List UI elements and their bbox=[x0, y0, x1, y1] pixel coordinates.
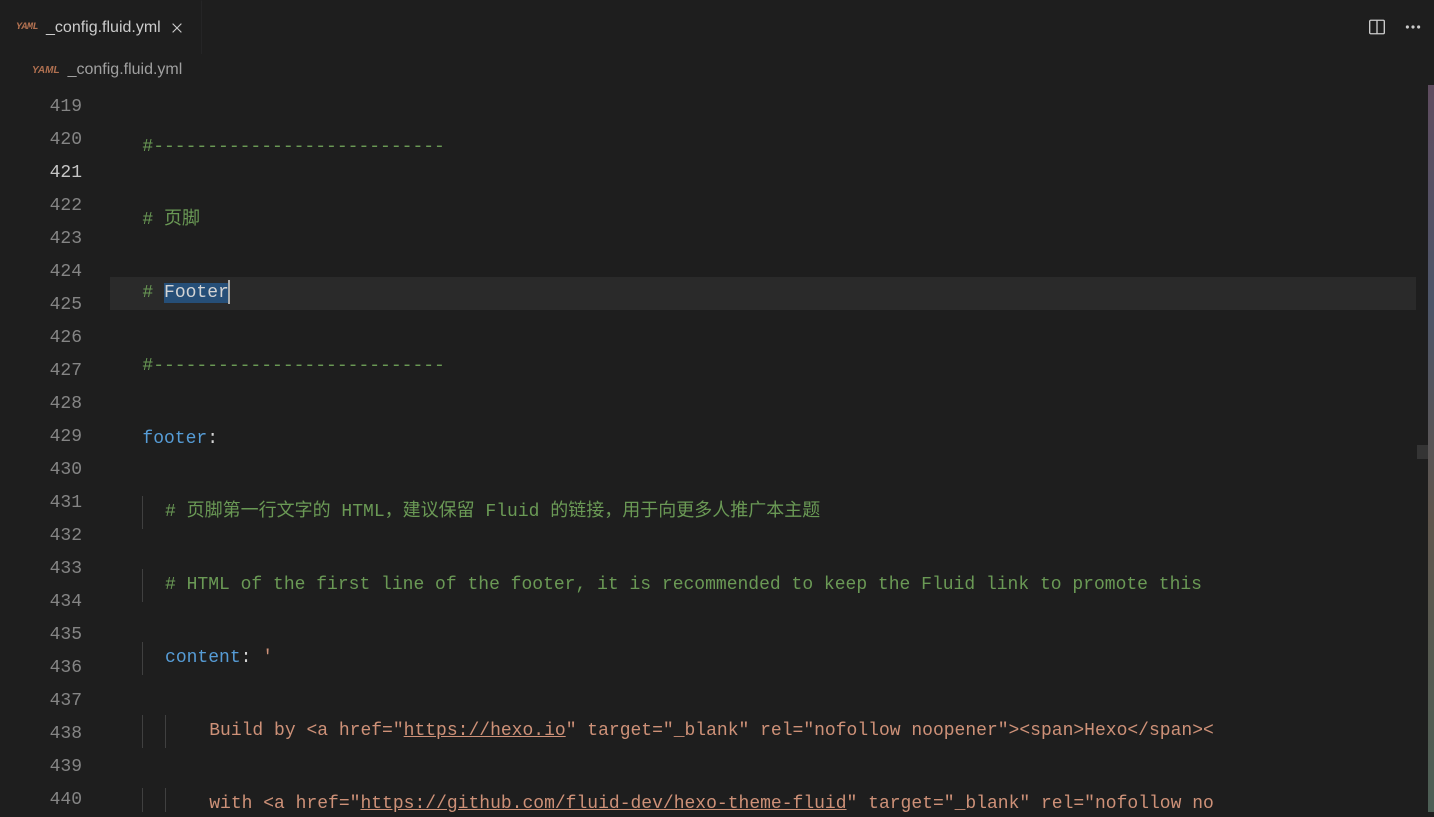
code-text: Build by <a href=" bbox=[166, 721, 404, 741]
line-number: 427 bbox=[0, 355, 110, 388]
line-number: 432 bbox=[0, 520, 110, 553]
code-text: ' bbox=[262, 648, 273, 668]
line-number: 422 bbox=[0, 190, 110, 223]
line-number: 424 bbox=[0, 256, 110, 289]
code-text: # bbox=[142, 283, 164, 303]
line-number: 435 bbox=[0, 619, 110, 652]
breadcrumb[interactable]: YAML _config.fluid.yml bbox=[0, 55, 1434, 85]
minimap[interactable] bbox=[1416, 85, 1434, 812]
code-text: with <a href=" bbox=[166, 794, 360, 812]
line-number: 426 bbox=[0, 322, 110, 355]
minimap-viewport-handle[interactable] bbox=[1417, 445, 1428, 459]
line-number: 433 bbox=[0, 553, 110, 586]
code-text: content bbox=[165, 648, 241, 668]
code-text: #--------------------------- bbox=[142, 137, 444, 157]
editor-area[interactable]: 4194204214224234244254264274284294304314… bbox=[0, 85, 1434, 812]
tab-config-fluid[interactable]: YAML _config.fluid.yml bbox=[0, 0, 202, 54]
file-type-icon: YAML bbox=[32, 65, 60, 76]
code-text: https://hexo.io bbox=[404, 721, 566, 741]
text-cursor bbox=[228, 280, 230, 304]
selection: Footer bbox=[164, 283, 229, 303]
line-number: 436 bbox=[0, 652, 110, 685]
split-editor-icon[interactable] bbox=[1368, 18, 1386, 36]
breadcrumb-file: _config.fluid.yml bbox=[68, 61, 183, 79]
code-text: 页脚 bbox=[164, 210, 200, 230]
line-number: 438 bbox=[0, 718, 110, 751]
line-number: 430 bbox=[0, 454, 110, 487]
code-text: #--------------------------- bbox=[142, 356, 444, 376]
code-text: # HTML of the first line of the footer, … bbox=[165, 575, 1202, 595]
code-text: # bbox=[142, 210, 164, 230]
code-text: https://github.com/fluid-dev/hexo-theme-… bbox=[360, 794, 846, 812]
line-number: 420 bbox=[0, 124, 110, 157]
code-text: # 页脚第一行文字的 HTML，建议保留 Fluid 的链接，用于向更多人推广本… bbox=[165, 502, 820, 522]
code-text: " target="_blank" rel="nofollow no bbox=[847, 794, 1214, 812]
more-icon[interactable] bbox=[1404, 18, 1422, 36]
code-text: footer bbox=[142, 429, 207, 449]
tab-label: _config.fluid.yml bbox=[46, 19, 161, 37]
line-number: 429 bbox=[0, 421, 110, 454]
line-number: 440 bbox=[0, 784, 110, 817]
code-content[interactable]: #--------------------------- # 页脚 # Foot… bbox=[110, 85, 1434, 812]
titlebar-actions bbox=[1368, 0, 1434, 54]
line-number: 428 bbox=[0, 388, 110, 421]
file-type-icon: YAML bbox=[16, 22, 38, 33]
line-number: 419 bbox=[0, 91, 110, 124]
line-number: 434 bbox=[0, 586, 110, 619]
tab-bar: YAML _config.fluid.yml bbox=[0, 0, 1434, 55]
code-text: " target="_blank" rel="nofollow noopener… bbox=[566, 721, 1214, 741]
line-number: 439 bbox=[0, 751, 110, 784]
line-number: 421 bbox=[0, 157, 110, 190]
minimap-decoration bbox=[1428, 85, 1434, 812]
line-number: 425 bbox=[0, 289, 110, 322]
line-number-gutter: 4194204214224234244254264274284294304314… bbox=[0, 85, 110, 812]
line-number: 437 bbox=[0, 685, 110, 718]
close-icon[interactable] bbox=[169, 20, 185, 36]
line-number: 431 bbox=[0, 487, 110, 520]
line-number: 423 bbox=[0, 223, 110, 256]
